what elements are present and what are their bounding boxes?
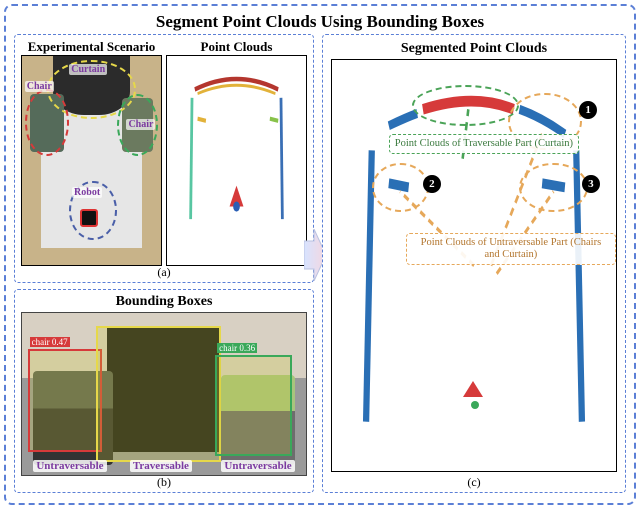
pointcloud-title: Point Clouds <box>166 39 307 55</box>
lidar-svg-icon <box>167 56 306 265</box>
curtain-label: Curtain <box>69 64 107 75</box>
bbox-image: chair 0.47 chair 0.36 Untraversable Trav… <box>21 312 307 476</box>
marker-2: 2 <box>423 175 441 193</box>
panel-c-caption: (c) <box>467 475 480 490</box>
robot-triangle-icon <box>463 381 483 397</box>
annot-traversable: Point Clouds of Traversable Part (Curtai… <box>389 134 579 154</box>
untrav-oval-2-icon <box>372 163 429 212</box>
traversable-label: Traversable <box>130 460 192 472</box>
panel-b: Bounding Boxes chair 0.47 chair 0.36 Unt… <box>14 289 314 493</box>
figure-content: Experimental Scenario Curtain <box>14 34 626 493</box>
marker-3: 3 <box>582 175 600 193</box>
pointcloud-half: Point Clouds <box>166 39 307 266</box>
figure-frame: Segment Point Clouds Using Bounding Boxe… <box>4 4 636 505</box>
bbox-chair-right: chair 0.36 <box>215 355 292 455</box>
panel-b-caption: (b) <box>157 475 171 490</box>
bbox-label-right: chair 0.36 <box>217 343 257 353</box>
panel-b-title: Bounding Boxes <box>21 294 307 310</box>
scenario-half: Experimental Scenario Curtain <box>21 39 162 266</box>
untrav-oval-3-icon <box>519 163 587 212</box>
bbox-label-left: chair 0.47 <box>30 337 70 347</box>
bbox-chair-left: chair 0.47 <box>28 349 102 453</box>
scenario-title: Experimental Scenario <box>21 39 162 55</box>
left-column: Experimental Scenario Curtain <box>14 34 314 493</box>
trav-oval-icon <box>412 85 520 126</box>
chair-right-label: Chair <box>126 119 155 130</box>
scenario-photo: Curtain Chair Chair Robot <box>21 55 162 266</box>
panel-c: Segmented Point Clouds <box>322 34 626 493</box>
right-column: Segmented Point Clouds <box>322 34 626 493</box>
chair-left-label: Chair <box>25 81 54 92</box>
segmented-plot: 1 2 3 Point Clouds of Traversable Part (… <box>331 59 617 472</box>
pointcloud-plot <box>166 55 307 266</box>
bbox-curtain <box>96 326 221 462</box>
panel-c-title: Segmented Point Clouds <box>331 41 617 57</box>
untraversable-right-label: Untraversable <box>221 460 294 472</box>
untraversable-left-label: Untraversable <box>33 460 106 472</box>
panel-a-caption: (a) <box>157 265 170 280</box>
panel-a: Experimental Scenario Curtain <box>14 34 314 283</box>
annot-untraversable: Point Clouds of Untraversable Part (Chai… <box>406 233 616 265</box>
figure-title: Segment Point Clouds Using Bounding Boxe… <box>14 12 626 32</box>
robot-label: Robot <box>72 187 102 198</box>
